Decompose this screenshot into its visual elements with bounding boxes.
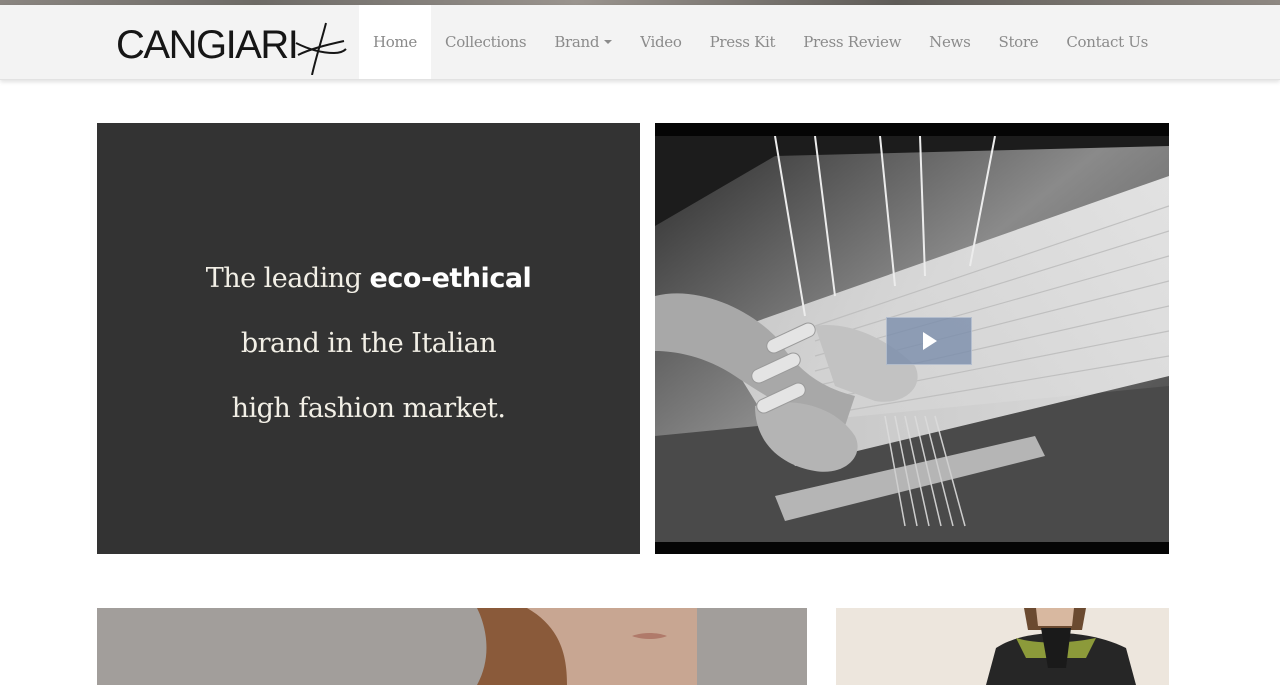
nav-home[interactable]: Home <box>359 5 432 79</box>
nav-collections[interactable]: Collections <box>431 5 540 79</box>
tagline-line-1-pre: The leading <box>205 263 370 294</box>
nav-press-kit[interactable]: Press Kit <box>696 5 790 79</box>
nav-video-label: Video <box>640 33 682 51</box>
brand-logo[interactable]: CANGIARI <box>114 13 350 75</box>
nav-press-review[interactable]: Press Review <box>789 5 915 79</box>
hero-tagline: The leading eco-ethical brand in the Ita… <box>97 246 640 441</box>
play-icon <box>923 332 937 350</box>
tagline-line-1: The leading eco-ethical <box>97 246 640 311</box>
nav-brand-dropdown[interactable]: Brand <box>540 5 626 79</box>
main-nav: Home Collections Brand Video Press Kit P… <box>359 5 1162 79</box>
nav-store-label: Store <box>998 33 1039 51</box>
collection-tile-model-outfit[interactable] <box>836 608 1169 685</box>
video-player[interactable] <box>655 123 1169 554</box>
nav-press-kit-label: Press Kit <box>709 33 776 51</box>
nav-press-review-label: Press Review <box>803 33 902 51</box>
nav-store[interactable]: Store <box>984 5 1052 79</box>
nav-contact-us[interactable]: Contact Us <box>1052 5 1162 79</box>
tagline-line-3: high fashion market. <box>231 393 506 424</box>
top-navbar: CANGIARI Home Collections Brand Video Pr… <box>0 5 1280 80</box>
nav-contact-us-label: Contact Us <box>1066 33 1149 51</box>
logo-wordmark: CANGIARI <box>116 23 299 67</box>
nav-brand-label: Brand <box>554 33 600 51</box>
model-outfit-image <box>836 608 1169 685</box>
tagline-line-2: brand in the Italian <box>240 328 497 359</box>
nav-news[interactable]: News <box>915 5 984 79</box>
hero-tagline-panel: The leading eco-ethical brand in the Ita… <box>97 123 640 554</box>
nav-video[interactable]: Video <box>626 5 695 79</box>
tagline-emphasis: eco-ethical <box>369 263 532 294</box>
play-button[interactable] <box>886 317 972 365</box>
scissor-cross-mark-icon <box>295 22 347 75</box>
caret-down-icon <box>604 40 613 44</box>
nav-collections-label: Collections <box>445 33 527 51</box>
nav-home-label: Home <box>373 33 418 51</box>
nav-news-label: News <box>929 33 971 51</box>
model-portrait-image <box>97 608 807 685</box>
collection-tile-model-portrait[interactable] <box>97 608 807 685</box>
